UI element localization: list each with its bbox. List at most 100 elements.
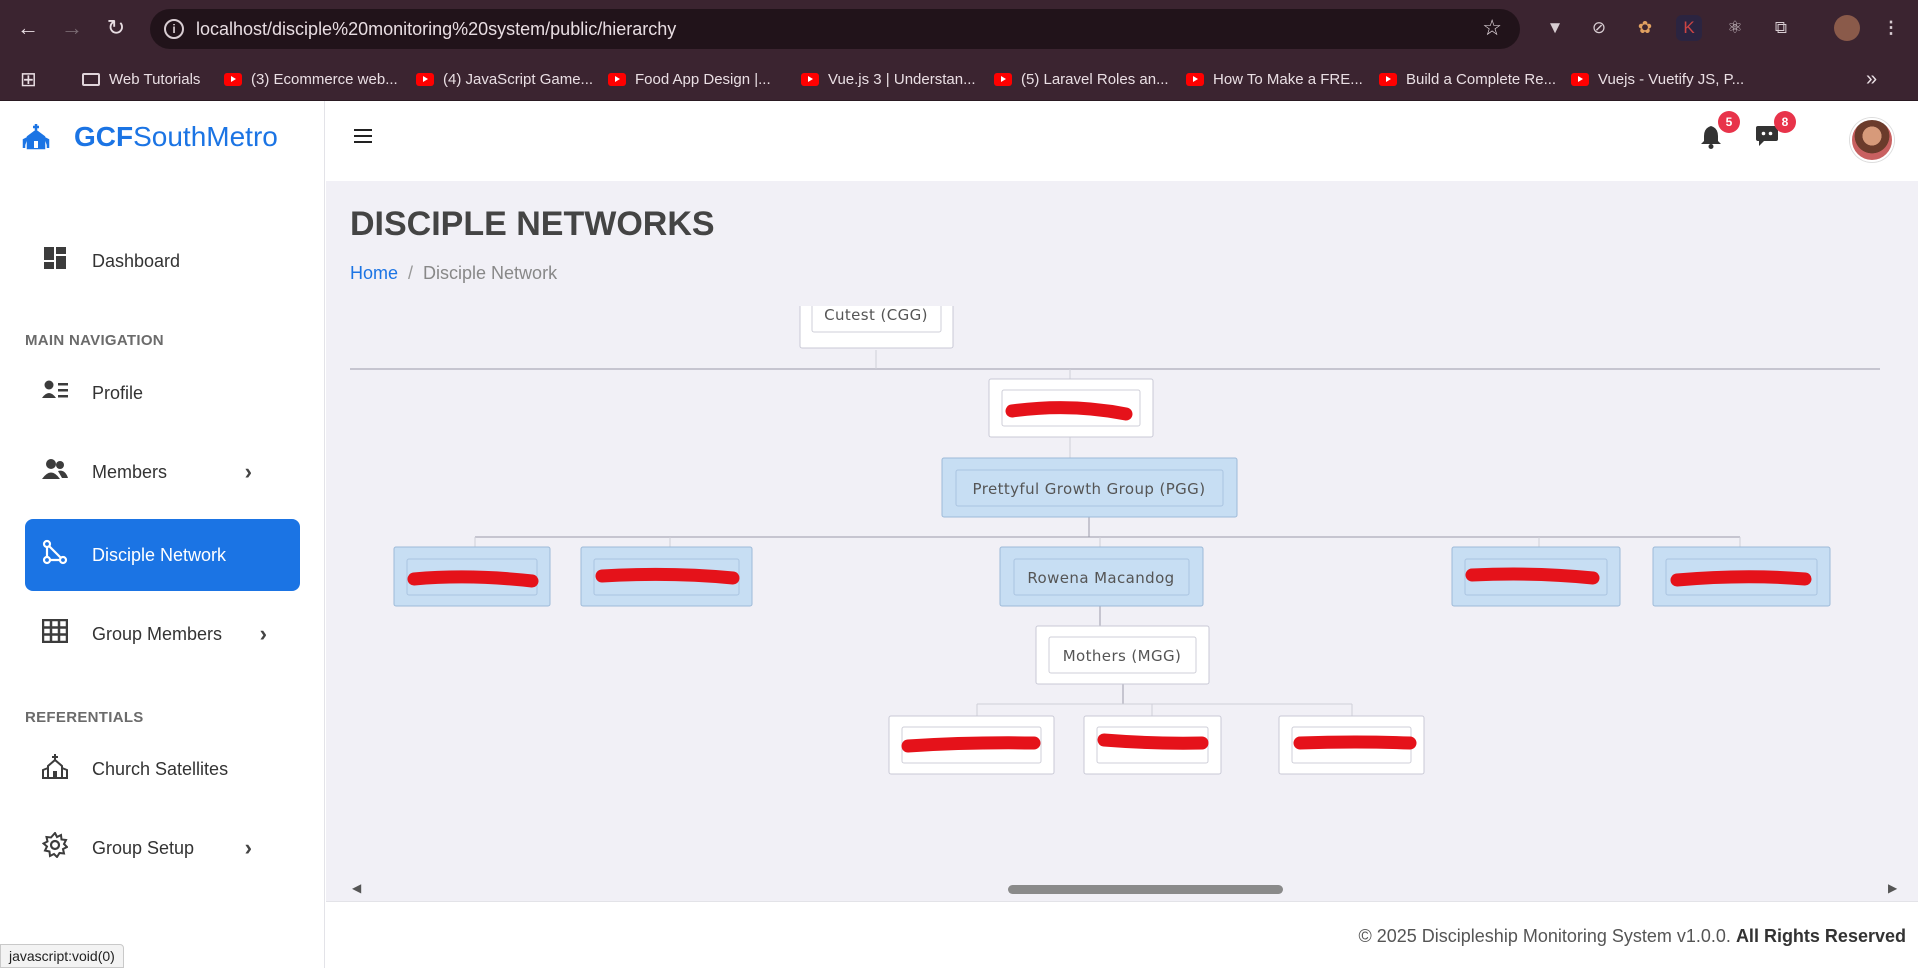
node-label: Cutest (CGG) [824, 306, 928, 324]
chevron-right-icon: › [244, 459, 252, 484]
scroll-right-icon[interactable]: ▶ [1888, 881, 1897, 895]
browser-toolbar: ← → ↻ i localhost/disciple%20monitoring%… [0, 0, 1918, 57]
bookmark-item[interactable]: (5) Laravel Roles an... [994, 67, 1169, 91]
more-bookmarks-icon[interactable]: » [1866, 67, 1877, 91]
breadcrumb-home-link[interactable]: Home [350, 263, 398, 283]
gear-icon [40, 830, 70, 865]
bookmark-label: (5) Laravel Roles an... [1021, 70, 1169, 88]
user-avatar[interactable] [1850, 118, 1894, 162]
church-logo-icon [22, 122, 52, 152]
bookmark-label: Food App Design |... [635, 70, 771, 88]
notifications-bell-icon[interactable]: 5 [1696, 111, 1740, 155]
reload-icon[interactable]: ↻ [102, 14, 130, 42]
youtube-icon [416, 72, 434, 86]
react-devtools-icon[interactable]: ⚛ [1722, 15, 1748, 41]
sidebar-item-label: Disciple Network [92, 544, 227, 565]
node-member-redacted[interactable] [888, 715, 1055, 775]
node-mgg[interactable]: Mothers (MGG) [1035, 625, 1210, 685]
node-label: Mothers (MGG) [1063, 647, 1182, 665]
sidebar-item-label: Church Satellites [92, 758, 229, 779]
node-member-redacted[interactable] [1451, 546, 1621, 607]
node-member-redacted[interactable] [1652, 546, 1831, 607]
message-count-badge: 8 [1774, 111, 1796, 133]
horizontal-scroll-thumb[interactable] [1008, 885, 1283, 894]
k-extension-icon[interactable]: K [1676, 15, 1702, 41]
top-app-bar: 5 8 [326, 101, 1918, 181]
folder-icon [82, 72, 100, 86]
forward-icon[interactable]: → [58, 14, 86, 42]
status-bar-tooltip: javascript:void(0) [0, 944, 124, 968]
bookmarks-bar: ⊞ Web Tutorials (3) Ecommerce web... (4)… [0, 57, 1918, 101]
bookmark-item[interactable]: Food App Design |... [608, 67, 771, 91]
node-member-redacted[interactable] [393, 546, 551, 607]
connector-line [976, 703, 1353, 716]
node-pgg[interactable]: Prettyful Growth Group (PGG) [941, 457, 1238, 518]
footer-copyright: © 2025 Discipleship Monitoring System v1… [1358, 926, 1731, 946]
node-rowena[interactable]: Rowena Macandog [999, 546, 1204, 607]
org-chart-svg: Cutest (CGG) Prettyful Growth Group (PGG… [350, 306, 1880, 775]
church-icon [40, 753, 70, 786]
messages-chat-icon[interactable]: 8 [1752, 111, 1796, 155]
brand-logo[interactable]: GCF SouthMetro [22, 121, 278, 153]
horizontal-scrollbar[interactable]: ◀ ▶ [350, 881, 1918, 897]
bookmark-label: Build a Complete Re... [1406, 70, 1557, 88]
sidebar: GCF SouthMetro Dashboard MAIN NAVIGATION … [0, 101, 325, 968]
sidebar-item-members[interactable]: Members › [25, 436, 300, 508]
node-label: Rowena Macandog [1027, 569, 1174, 587]
section-label-referentials: REFERENTIALS [25, 709, 144, 726]
redaction-mark [1465, 567, 1600, 585]
sidebar-item-label: Members [92, 461, 168, 482]
node-member-redacted[interactable] [580, 546, 753, 607]
youtube-icon [994, 72, 1012, 86]
node-member-redacted[interactable] [1278, 715, 1425, 775]
bookmark-item[interactable]: (4) JavaScript Game... [416, 67, 593, 91]
bookmark-item[interactable]: Build a Complete Re... [1379, 67, 1556, 91]
youtube-icon [801, 72, 819, 86]
node-cgg[interactable]: Cutest (CGG) [799, 306, 954, 349]
network-icon [40, 539, 70, 572]
bookmark-item[interactable]: Web Tutorials [82, 67, 200, 91]
address-bar[interactable]: i localhost/disciple%20monitoring%20syst… [150, 9, 1520, 49]
back-icon[interactable]: ← [14, 14, 42, 42]
sidebar-item-label: Profile [92, 382, 144, 403]
bookmark-label: How To Make a FRE... [1213, 70, 1363, 88]
bookmark-item[interactable]: (3) Ecommerce web... [224, 67, 398, 91]
hamburger-menu-icon[interactable] [354, 129, 372, 145]
disciple-network-chart[interactable]: Cutest (CGG) Prettyful Growth Group (PGG… [350, 306, 1906, 881]
menu-kebab-icon[interactable]: ⋮ [1878, 15, 1904, 41]
node-leader-redacted[interactable] [988, 378, 1154, 438]
youtube-icon [1571, 72, 1589, 86]
members-icon [40, 458, 70, 487]
sidebar-item-group-members[interactable]: Group Members › [25, 598, 300, 670]
sidebar-item-label: Group Setup [92, 837, 195, 858]
blocker-icon[interactable]: ⊘ [1586, 15, 1612, 41]
main-content: DISCIPLE NETWORKS Home / Disciple Network [326, 181, 1918, 901]
node-member-redacted[interactable] [1083, 715, 1222, 775]
sidebar-item-group-setup[interactable]: Group Setup › [25, 812, 300, 884]
vue-devtools-icon[interactable]: ▼ [1542, 15, 1568, 41]
breadcrumb: Home / Disciple Network [350, 263, 557, 284]
sidebar-item-profile[interactable]: Profile [25, 357, 300, 429]
redaction-mark [595, 567, 740, 585]
extensions-puzzle-icon[interactable]: ⧉ [1768, 15, 1794, 41]
sidebar-item-disciple-network[interactable]: Disciple Network [25, 519, 300, 591]
sidebar-item-church-satellites[interactable]: Church Satellites [25, 733, 300, 805]
brand-bold: GCF [74, 121, 134, 152]
redaction-mark [1670, 570, 1812, 587]
breadcrumb-current: Disciple Network [423, 263, 558, 283]
bookmark-star-icon[interactable]: ☆ [1482, 15, 1502, 41]
breadcrumb-separator: / [408, 263, 414, 283]
sidebar-item-dashboard[interactable]: Dashboard [25, 225, 300, 297]
bookmark-item[interactable]: Vuejs - Vuetify JS, P... [1571, 67, 1744, 91]
bookmark-item[interactable]: Vue.js 3 | Understan... [801, 67, 976, 91]
profile-avatar-icon[interactable] [1834, 15, 1860, 41]
scroll-left-icon[interactable]: ◀ [352, 881, 361, 895]
apps-grid-icon[interactable]: ⊞ [20, 67, 37, 91]
bookmark-item[interactable]: How To Make a FRE... [1186, 67, 1363, 91]
site-info-icon[interactable]: i [164, 19, 184, 39]
redaction-mark [1005, 401, 1133, 421]
youtube-icon [608, 72, 626, 86]
url-text[interactable]: localhost/disciple%20monitoring%20system… [196, 19, 676, 40]
extension-icon[interactable]: ✿ [1632, 15, 1658, 41]
youtube-icon [224, 72, 242, 86]
